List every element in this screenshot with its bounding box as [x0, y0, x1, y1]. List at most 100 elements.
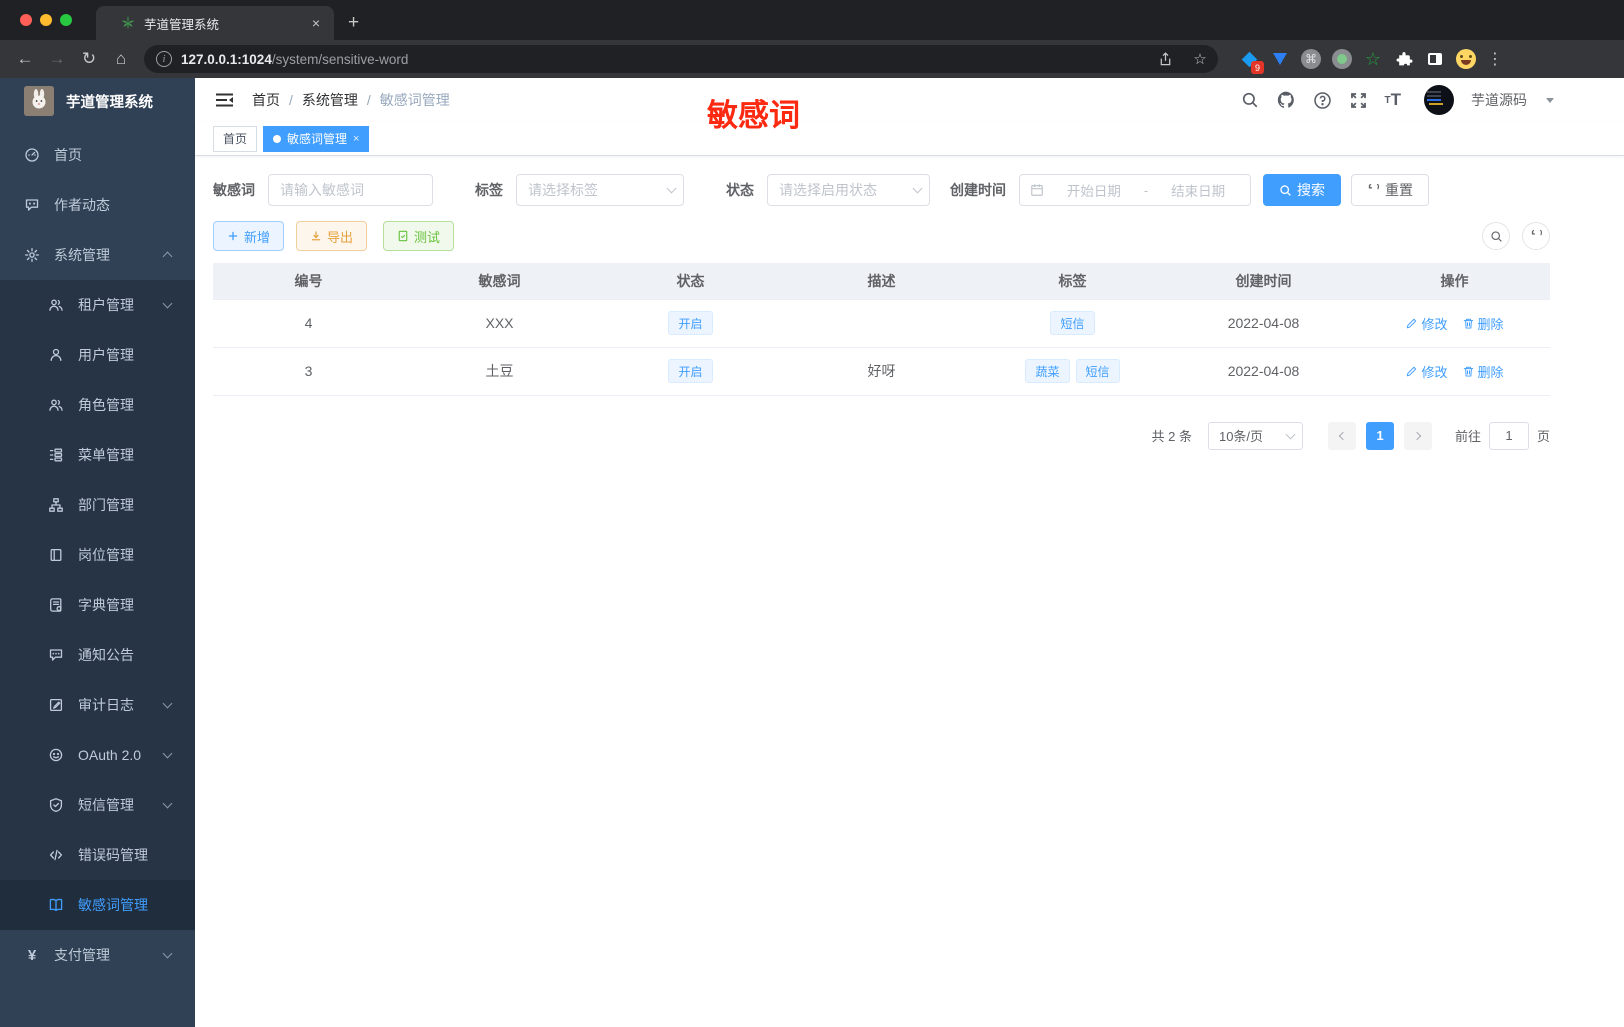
favicon-leaf-icon: [120, 15, 136, 31]
breadcrumb: 首页 / 系统管理 / 敏感词管理: [252, 90, 450, 110]
site-info-icon[interactable]: i: [156, 51, 172, 67]
audit-log-icon: [48, 697, 64, 713]
cell-tags: 短信: [977, 298, 1168, 348]
edit-button[interactable]: 修改: [1405, 314, 1448, 333]
add-button[interactable]: 新增: [213, 221, 285, 251]
column-header: 标签: [977, 263, 1168, 299]
tab-title: 芋道管理系统: [144, 17, 220, 32]
edit-button[interactable]: 修改: [1405, 362, 1448, 381]
sidebar-item[interactable]: 错误码管理: [0, 830, 195, 880]
minimize-window-button[interactable]: [40, 14, 52, 26]
sidebar-item[interactable]: 用户管理: [0, 330, 195, 380]
delete-button[interactable]: 删除: [1462, 314, 1504, 333]
extension-diamond-icon[interactable]: 9: [1236, 46, 1264, 74]
search-button[interactable]: 搜索: [1263, 174, 1341, 206]
sidebar-item-label: OAuth 2.0: [78, 747, 142, 763]
extension-record-icon[interactable]: [1329, 46, 1355, 72]
sidebar-logo[interactable]: 芋道管理系统: [0, 78, 195, 124]
sidebar-item-label: 字典管理: [78, 597, 134, 613]
chevron-down-icon: [162, 298, 173, 309]
github-icon[interactable]: [1276, 90, 1296, 110]
font-size-icon[interactable]: TT: [1385, 90, 1402, 110]
extension-command-icon[interactable]: ⌘: [1298, 46, 1324, 72]
cell-description: 好呀: [786, 347, 977, 396]
help-icon[interactable]: [1313, 91, 1332, 110]
page-number-button[interactable]: 1: [1365, 421, 1394, 450]
export-button[interactable]: 导出: [296, 221, 368, 251]
sidebar-item-label: 角色管理: [78, 397, 134, 413]
side-panel-icon[interactable]: [1422, 46, 1448, 72]
breadcrumb-item[interactable]: 首页: [252, 90, 280, 110]
goto-page-input[interactable]: [1488, 421, 1529, 450]
tag-filter-input[interactable]: [516, 174, 684, 206]
close-window-button[interactable]: [20, 14, 32, 26]
date-start-placeholder[interactable]: 开始日期: [1052, 180, 1136, 200]
sidebar-item[interactable]: 菜单管理: [0, 430, 195, 480]
status-filter-input[interactable]: [767, 174, 930, 206]
sidebar-item[interactable]: 部门管理: [0, 480, 195, 530]
test-button[interactable]: 测试: [383, 221, 455, 251]
next-page-button[interactable]: [1403, 421, 1432, 450]
breadcrumb-item[interactable]: 系统管理: [302, 90, 358, 110]
sidebar-item[interactable]: 审计日志: [0, 680, 195, 730]
sidebar-item-label: 岗位管理: [78, 547, 134, 563]
extensions-puzzle-icon[interactable]: [1391, 46, 1417, 72]
user-icon: [48, 347, 64, 363]
back-icon[interactable]: ←: [10, 45, 40, 73]
extension-star-icon[interactable]: ☆: [1360, 46, 1386, 72]
sidebar-item[interactable]: ¥ 支付管理: [0, 930, 195, 980]
reset-button[interactable]: 重置: [1351, 174, 1429, 206]
username[interactable]: 芋道源码: [1471, 90, 1527, 110]
sidebar-item[interactable]: 岗位管理: [0, 530, 195, 580]
chevron-down-icon: [1285, 429, 1296, 439]
tag-filter-select[interactable]: [516, 174, 684, 206]
download-icon: [311, 231, 321, 241]
sidebar-item[interactable]: 字典管理: [0, 580, 195, 630]
tab-close-icon[interactable]: ×: [308, 15, 324, 31]
profile-avatar-icon[interactable]: [1453, 46, 1479, 72]
sidebar-item[interactable]: OAuth 2.0: [0, 730, 195, 780]
prev-page-button[interactable]: [1327, 421, 1356, 450]
sensitive-word-table: 编号 敏感词 状态 描述 标签 创建时间 操作 4 XXX 开启 短信 2022-04-08 修改 删除…: [213, 263, 1550, 396]
cell-tags: 蔬菜 短信: [977, 347, 1168, 396]
browser-tab[interactable]: 芋道管理系统 ×: [96, 6, 334, 40]
word-filter-input[interactable]: [268, 174, 433, 206]
sidebar-item[interactable]: 角色管理: [0, 380, 195, 430]
user-avatar[interactable]: [1424, 85, 1454, 115]
new-tab-button[interactable]: +: [348, 12, 359, 34]
sidebar-item-label: 通知公告: [78, 647, 134, 663]
date-end-placeholder[interactable]: 结束日期: [1156, 180, 1240, 200]
url-text[interactable]: 127.0.0.1:1024/system/sensitive-word: [181, 52, 1158, 67]
sidebar-item[interactable]: 租户管理: [0, 280, 195, 330]
sidebar-item[interactable]: 系统管理: [0, 230, 195, 280]
window-controls[interactable]: [20, 14, 72, 26]
cell-word: XXX: [404, 298, 595, 348]
tags-view-tab[interactable]: 首页: [213, 125, 258, 152]
status-filter-select[interactable]: [767, 174, 930, 206]
toggle-search-icon[interactable]: [1482, 222, 1510, 250]
sidebar-item[interactable]: 通知公告: [0, 630, 195, 680]
date-range-picker[interactable]: 开始日期 - 结束日期: [1019, 174, 1251, 206]
sidebar-item[interactable]: 短信管理: [0, 780, 195, 830]
share-icon[interactable]: [1158, 51, 1186, 67]
sidebar-item[interactable]: 作者动态: [0, 180, 195, 230]
home-icon[interactable]: ⌂: [106, 45, 136, 73]
delete-button[interactable]: 删除: [1462, 362, 1504, 381]
address-bar[interactable]: i 127.0.0.1:1024/system/sensitive-word ☆: [144, 45, 1218, 73]
extension-funnel-icon[interactable]: [1267, 46, 1293, 72]
refresh-table-icon[interactable]: [1522, 222, 1550, 250]
fullscreen-icon[interactable]: [1349, 91, 1368, 110]
sidebar-item[interactable]: 敏感词管理: [0, 880, 195, 930]
browser-menu-icon[interactable]: ⋮: [1487, 49, 1503, 69]
search-icon[interactable]: [1241, 91, 1259, 109]
page-size-select[interactable]: 10条/页: [1207, 421, 1303, 450]
close-tab-icon[interactable]: ×: [353, 133, 359, 145]
user-menu-caret-icon[interactable]: [1546, 97, 1554, 103]
sidebar-item[interactable]: 首页: [0, 130, 195, 180]
bookmark-star-icon[interactable]: ☆: [1186, 50, 1214, 68]
collapse-sidebar-icon[interactable]: [215, 92, 234, 108]
maximize-window-button[interactable]: [60, 14, 72, 26]
tags-view-tab[interactable]: 敏感词管理 ×: [263, 125, 370, 152]
reload-icon[interactable]: ↻: [74, 45, 104, 73]
forward-icon[interactable]: →: [42, 45, 72, 73]
